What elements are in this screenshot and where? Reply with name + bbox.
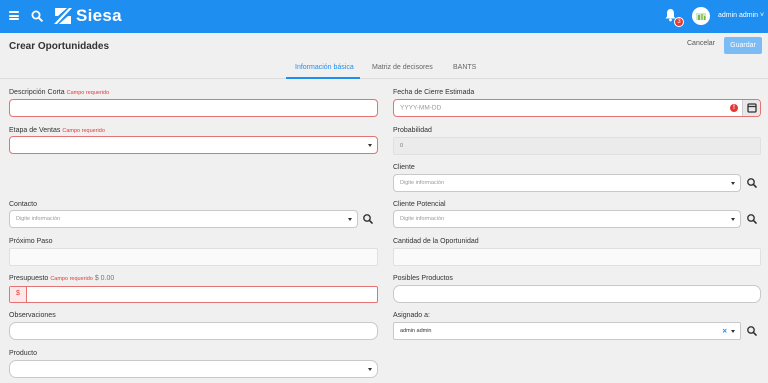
calendar-button[interactable] — [742, 100, 760, 116]
descripcion-input[interactable] — [9, 99, 378, 117]
avatar-image-icon — [696, 13, 706, 20]
asignado-value: admin admin — [400, 328, 432, 334]
cantidad-label: Cantidad de la Oportunidad — [393, 238, 479, 245]
chevron-down-icon — [348, 218, 352, 221]
cliente-potencial-select[interactable]: Digite información — [393, 210, 741, 228]
contacto-label: Contacto — [9, 201, 38, 208]
presupuesto-label: Presupuesto Campo requerido $ 0.00 — [9, 275, 114, 282]
producto-select[interactable] — [9, 360, 378, 378]
form-tabs: Información básica Matriz de decisores B… — [0, 59, 768, 79]
calendar-icon — [747, 103, 757, 113]
chevron-down-icon — [368, 368, 372, 371]
cliente-search-icon[interactable] — [744, 175, 760, 191]
required-hint: Campo requerido — [50, 276, 93, 282]
posibles-productos-input[interactable] — [393, 285, 761, 303]
fecha-cierre-input[interactable]: YYYY-MM-DD ! — [393, 99, 761, 117]
brand-logo[interactable]: Siesa — [53, 6, 122, 26]
contacto-search-icon[interactable] — [360, 211, 376, 227]
fecha-cierre-label: Fecha de Cierre Estimada — [393, 89, 475, 96]
page-header: Crear Oportunidades Cancelar Guardar — [0, 33, 768, 59]
observaciones-label: Observaciones — [9, 312, 56, 319]
etapa-select[interactable] — [9, 136, 378, 154]
cliente-potencial-placeholder: Digite información — [400, 216, 445, 222]
clear-selection-icon[interactable]: × — [722, 327, 727, 336]
tab-matriz-decisores[interactable]: Matriz de decisores — [372, 64, 433, 71]
presupuesto-label-text: Presupuesto — [9, 275, 49, 282]
tab-informacion-basica[interactable]: Información básica — [295, 64, 354, 71]
descripcion-label: Descripción Corta Campo requerido — [9, 89, 109, 96]
presupuesto-amount: $ 0.00 — [94, 275, 115, 282]
cliente-label: Cliente — [393, 164, 415, 171]
presupuesto-input[interactable]: $ — [9, 286, 378, 303]
save-button[interactable]: Guardar — [724, 37, 762, 54]
cantidad-input[interactable] — [393, 248, 761, 266]
probabilidad-field: 0 — [393, 137, 761, 155]
required-hint: Campo requerido — [66, 90, 110, 96]
user-avatar[interactable] — [692, 7, 710, 25]
cliente-potencial-search-icon[interactable] — [744, 211, 760, 227]
proximo-paso-label: Próximo Paso — [9, 238, 53, 245]
page-title: Crear Oportunidades — [9, 41, 110, 52]
required-hint: Campo requerido — [62, 128, 105, 134]
top-navbar: Siesa 3 admin admin ˅ — [0, 0, 768, 33]
asignado-select[interactable]: admin admin × — [393, 322, 741, 340]
currency-addon: $ — [10, 287, 27, 302]
posibles-productos-label: Posibles Productos — [393, 275, 453, 282]
producto-label: Producto — [9, 350, 38, 357]
search-icon[interactable] — [31, 10, 43, 22]
cliente-potencial-label: Cliente Potencial — [393, 201, 446, 208]
error-icon: ! — [730, 104, 738, 112]
chevron-down-icon — [368, 144, 372, 147]
chevron-down-icon — [731, 330, 735, 333]
contacto-placeholder: Digite información — [16, 216, 61, 222]
chevron-down-icon — [731, 182, 735, 185]
descripcion-label-text: Descripción Corta — [9, 89, 65, 96]
siesa-logo-icon — [54, 8, 72, 24]
chevron-down-icon — [731, 218, 735, 221]
probabilidad-value: 0 — [400, 143, 404, 149]
etapa-label: Etapa de Ventas Campo requerido — [9, 127, 105, 134]
fecha-placeholder: YYYY-MM-DD — [400, 104, 442, 112]
asignado-label: Asignado a: — [393, 312, 430, 319]
asignado-search-icon[interactable] — [744, 323, 760, 339]
cancel-button[interactable]: Cancelar — [687, 40, 715, 47]
probabilidad-label: Probabilidad — [393, 127, 432, 134]
cliente-select[interactable]: Digite información — [393, 174, 741, 192]
cliente-placeholder: Digite información — [400, 180, 445, 186]
active-tab-indicator — [286, 77, 360, 79]
user-menu[interactable]: admin admin ˅ — [718, 12, 764, 19]
observaciones-input[interactable] — [9, 322, 378, 340]
logo-text: Siesa — [76, 6, 122, 25]
proximo-paso-input[interactable] — [9, 248, 378, 266]
etapa-label-text: Etapa de Ventas — [9, 127, 61, 134]
hamburger-menu-icon[interactable] — [9, 11, 19, 20]
tab-bants[interactable]: BANTS — [453, 64, 476, 71]
notification-badge: 3 — [674, 17, 684, 27]
contacto-select[interactable]: Digite información — [9, 210, 358, 228]
